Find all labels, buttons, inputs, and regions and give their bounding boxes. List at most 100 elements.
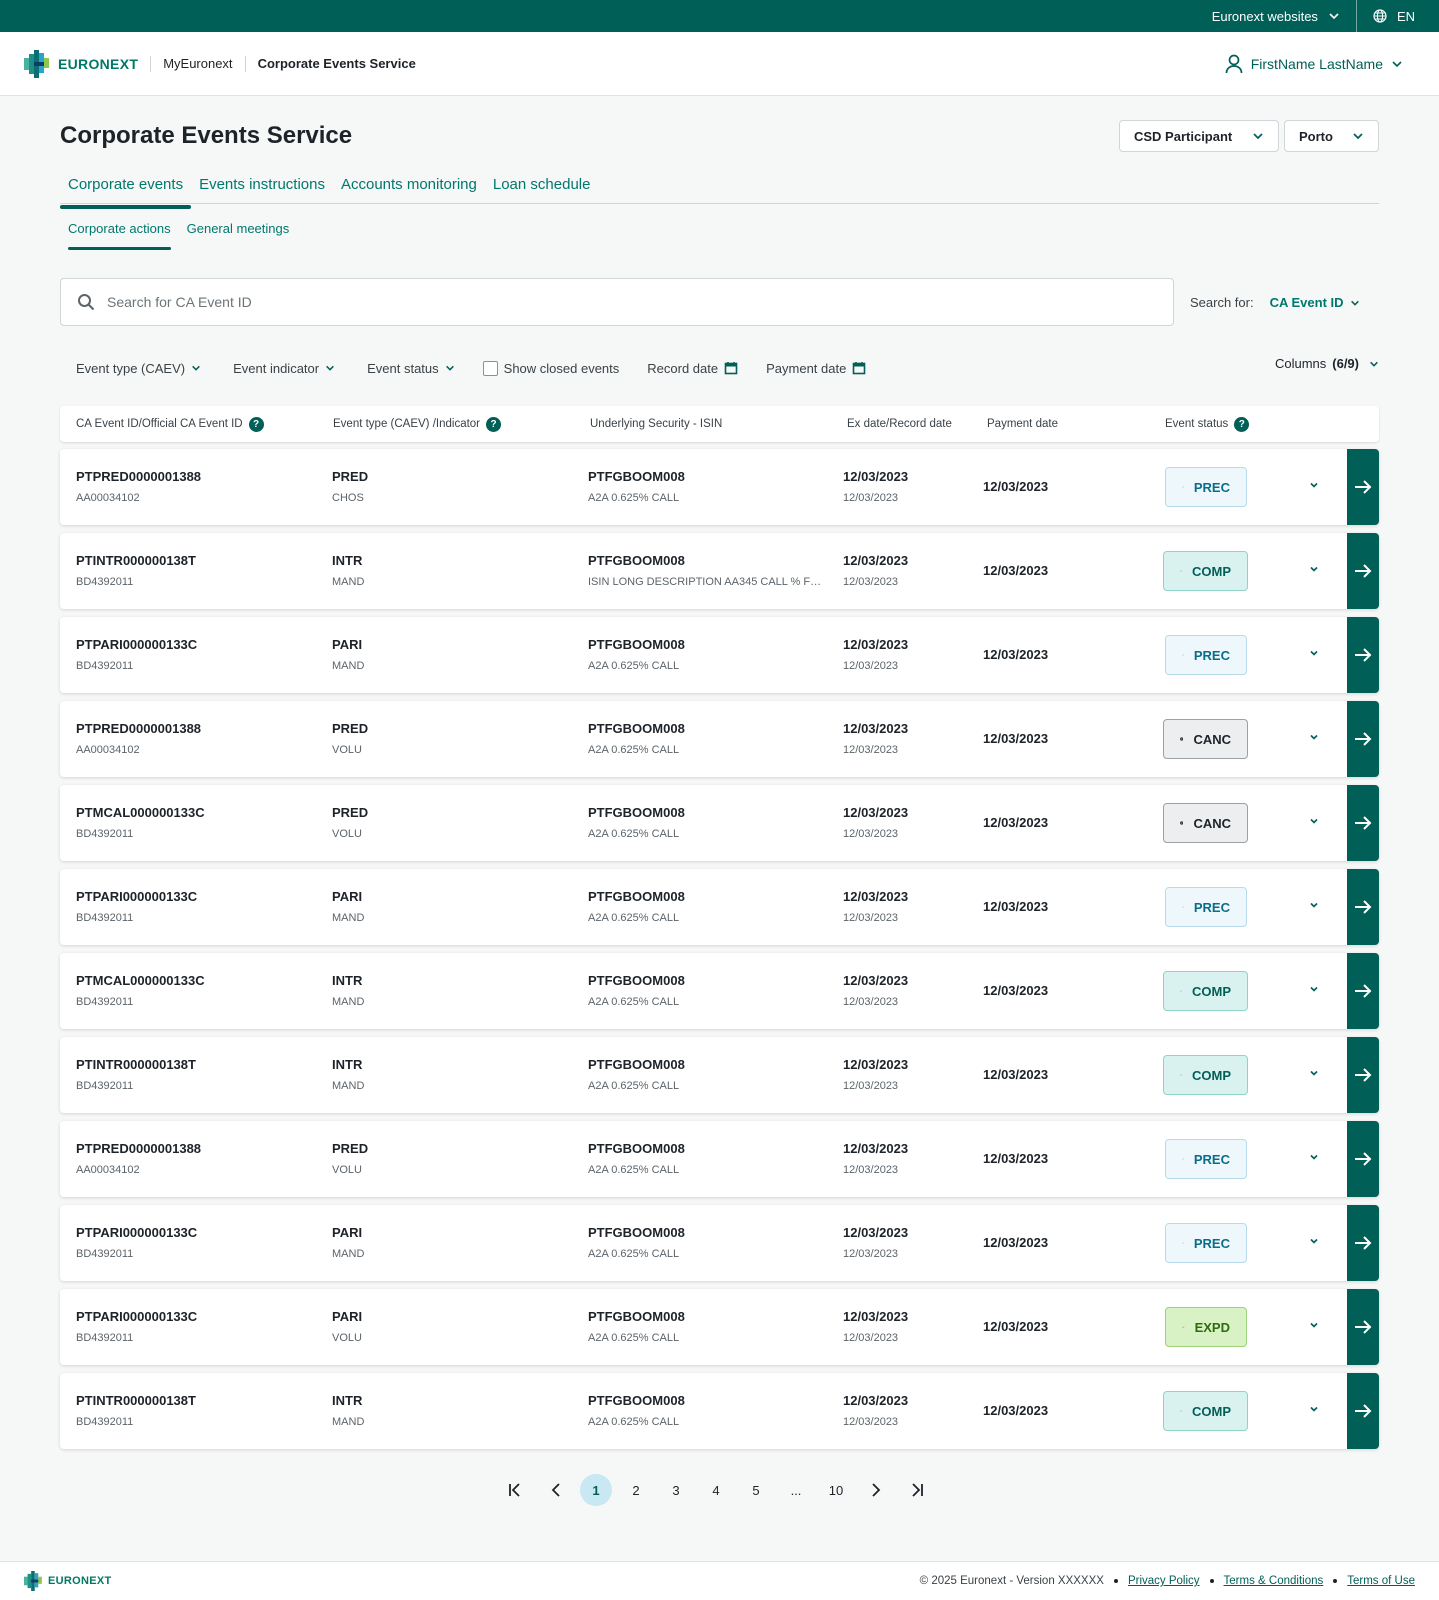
open-event-button[interactable] xyxy=(1347,449,1379,525)
location-selector[interactable]: Porto xyxy=(1284,120,1379,152)
column-header[interactable]: Event type (CAEV) /Indicator? xyxy=(333,406,502,442)
column-header[interactable]: CA Event ID/Official CA Event ID? xyxy=(76,406,264,442)
open-event-button[interactable] xyxy=(1347,533,1379,609)
payment-date-filter[interactable]: Payment date xyxy=(754,361,882,376)
table-cell: PTMCAL000000133C BD4392011 xyxy=(76,805,205,841)
table-cell: PTPARI000000133C BD4392011 xyxy=(76,889,197,925)
tab-events-instructions[interactable]: Events instructions xyxy=(191,176,333,204)
expand-row-button[interactable] xyxy=(1308,1235,1320,1250)
cell-secondary: BD4392011 xyxy=(76,912,134,924)
expand-row-button[interactable] xyxy=(1308,899,1320,914)
show-closed-checkbox[interactable] xyxy=(482,360,498,376)
chevron-down-icon xyxy=(1310,734,1318,740)
privacy-policy-link[interactable]: Privacy Policy xyxy=(1128,1575,1200,1587)
user-menu[interactable]: FirstName LastName xyxy=(1225,32,1403,96)
expand-row-button[interactable] xyxy=(1308,815,1320,830)
help-icon[interactable]: ? xyxy=(486,416,502,432)
page-button[interactable]: 10 xyxy=(820,1474,852,1506)
open-event-button[interactable] xyxy=(1347,1373,1379,1449)
page-button[interactable]: 1 xyxy=(580,1474,612,1506)
open-event-button[interactable] xyxy=(1347,1205,1379,1281)
my-euronext-link[interactable]: MyEuronext xyxy=(150,55,244,72)
page-button[interactable]: 3 xyxy=(660,1474,692,1506)
tab-loan-schedule[interactable]: Loan schedule xyxy=(485,176,599,204)
service-name[interactable]: Corporate Events Service xyxy=(244,55,428,72)
footer-logo[interactable]: EURONEXT xyxy=(24,1569,112,1593)
table-row[interactable]: PTPARI000000133C BD4392011 PARI MAND PTFGBOO… xyxy=(60,869,1379,945)
expand-row-button[interactable] xyxy=(1308,1067,1320,1082)
column-header[interactable]: Underlying Security - ISIN xyxy=(590,406,722,442)
columns-label: Columns xyxy=(1274,356,1327,371)
table-row[interactable]: PTPARI000000133C BD4392011 PARI MAND PTFGBOO… xyxy=(60,617,1379,693)
expand-row-button[interactable] xyxy=(1308,1403,1320,1418)
table-row[interactable]: PTMCAL000000133C BD4392011 PRED VOLU PTFGBOO… xyxy=(60,785,1379,861)
footer-links: © 2025 Euronext - Version XXXXXX Privacy… xyxy=(920,1575,1415,1587)
tab-accounts-monitoring[interactable]: Accounts monitoring xyxy=(333,176,485,204)
first-page-button[interactable] xyxy=(500,1474,532,1506)
cell-primary: 12/03/2023 xyxy=(843,1225,909,1240)
open-event-button[interactable] xyxy=(1347,953,1379,1029)
tab-corporate-events[interactable]: Corporate events xyxy=(60,176,192,209)
table-row[interactable]: PTINTR000000138T BD4392011 INTR MAND PTFGBOO… xyxy=(60,1037,1379,1113)
column-header[interactable]: Event status? xyxy=(1165,406,1250,442)
show-closed-events[interactable]: Show closed events xyxy=(471,360,636,376)
columns-selector[interactable]: Columns (6/9) xyxy=(1275,356,1379,371)
search-input[interactable] xyxy=(107,294,1007,310)
table-row[interactable]: PTINTR000000138T BD4392011 INTR MAND PTFGBOO… xyxy=(60,533,1379,609)
table-cell: PTINTR000000138T BD4392011 xyxy=(76,1393,196,1429)
terms-conditions-link[interactable]: Terms & Conditions xyxy=(1224,1575,1324,1587)
record-date-filter[interactable]: Record date xyxy=(635,361,754,376)
subtab-corporate-actions[interactable]: Corporate actions xyxy=(60,221,179,250)
column-header[interactable]: Ex date/Record date xyxy=(847,406,952,442)
table-row[interactable]: PTPARI000000133C BD4392011 PARI MAND PTFGBOO… xyxy=(60,1205,1379,1281)
expand-row-button[interactable] xyxy=(1308,563,1320,578)
search-for-dropdown[interactable]: CA Event ID xyxy=(1270,295,1360,310)
last-page-button[interactable] xyxy=(900,1474,932,1506)
table-row[interactable]: PTMCAL000000133C BD4392011 INTR MAND PTFGBOO… xyxy=(60,953,1379,1029)
cell-primary: 12/03/2023 xyxy=(843,1141,909,1156)
chevron-down-icon xyxy=(1310,986,1318,992)
open-event-button[interactable] xyxy=(1347,1289,1379,1365)
expand-row-button[interactable] xyxy=(1308,647,1320,662)
table-row[interactable]: PTPRED0000001388 AA00034102 PRED VOLU PTFGBO… xyxy=(60,701,1379,777)
role-selector[interactable]: CSD Participant xyxy=(1119,120,1279,152)
euronext-websites-dropdown[interactable]: Euronext websites xyxy=(1196,0,1356,32)
event-indicator-filter[interactable]: Event indicator xyxy=(217,361,351,376)
open-event-button[interactable] xyxy=(1347,701,1379,777)
expand-row-button[interactable] xyxy=(1308,983,1320,998)
table-row[interactable]: PTPARI000000133C BD4392011 PARI VOLU PTFGBOO… xyxy=(60,1289,1379,1365)
chevron-down-icon xyxy=(192,365,200,371)
column-header-label: Ex date/Record date xyxy=(847,418,952,430)
event-type-filter[interactable]: Event type (CAEV) xyxy=(60,361,217,376)
previous-page-button[interactable] xyxy=(540,1474,572,1506)
expand-row-button[interactable] xyxy=(1308,479,1320,494)
chevron-down-icon xyxy=(1253,133,1263,140)
page-button[interactable]: 4 xyxy=(700,1474,732,1506)
page-button[interactable]: 5 xyxy=(740,1474,772,1506)
help-icon[interactable]: ? xyxy=(248,416,264,432)
column-header[interactable]: Payment date xyxy=(987,406,1058,442)
language-selector[interactable]: EN xyxy=(1357,0,1439,32)
expand-row-button[interactable] xyxy=(1308,1319,1320,1334)
cell-secondary: A2A 0.625% CALL xyxy=(588,1248,680,1260)
cell-primary: PTFGBOOM008 xyxy=(588,1057,685,1072)
table-row[interactable]: PTINTR000000138T BD4392011 INTR MAND PTFGBOO… xyxy=(60,1373,1379,1449)
help-icon[interactable]: ? xyxy=(1234,416,1250,432)
open-event-button[interactable] xyxy=(1347,617,1379,693)
event-status-filter[interactable]: Event status xyxy=(351,361,471,376)
terms-of-use-link[interactable]: Terms of Use xyxy=(1347,1575,1415,1587)
search-icon xyxy=(78,294,95,311)
page-button[interactable]: 2 xyxy=(620,1474,652,1506)
next-page-button[interactable] xyxy=(860,1474,892,1506)
subtab-general-meetings[interactable]: General meetings xyxy=(179,221,298,247)
open-event-button[interactable] xyxy=(1347,869,1379,945)
open-event-button[interactable] xyxy=(1347,1121,1379,1197)
open-event-button[interactable] xyxy=(1347,785,1379,861)
open-event-button[interactable] xyxy=(1347,1037,1379,1113)
table-row[interactable]: PTPRED0000001388 AA00034102 PRED VOLU PTFGBO… xyxy=(60,1121,1379,1197)
table-cell: PARI MAND xyxy=(332,637,364,673)
euronext-logo[interactable]: EURONEXT xyxy=(24,48,138,80)
expand-row-button[interactable] xyxy=(1308,731,1320,746)
expand-row-button[interactable] xyxy=(1308,1151,1320,1166)
table-row[interactable]: PTPRED0000001388 AA00034102 PRED CHOS PTFGBO… xyxy=(60,449,1379,525)
